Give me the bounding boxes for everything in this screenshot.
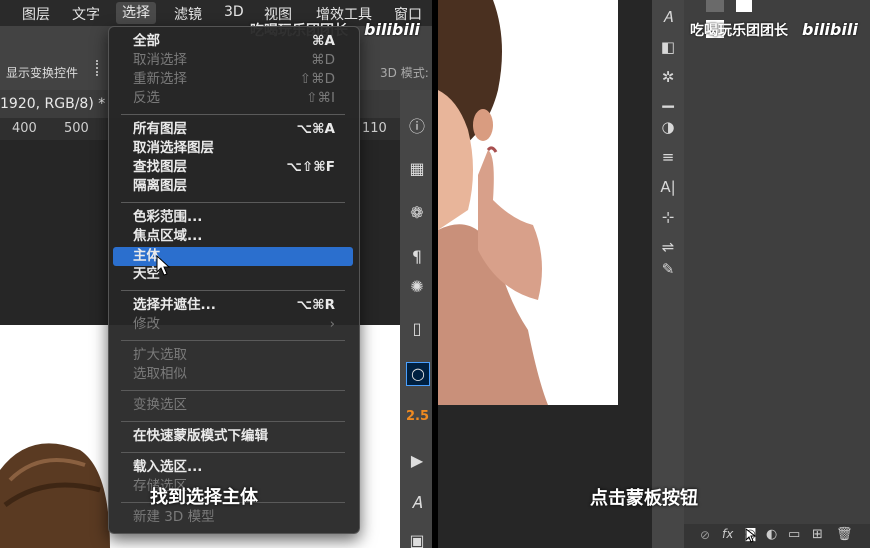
menu-item[interactable]: 在快速蒙版模式下编辑 (133, 427, 359, 446)
cursor-icon (156, 255, 171, 276)
watermark-author: 吃喝玩乐团团长 (690, 23, 788, 39)
menu-separator (121, 390, 345, 391)
ruler-tick: 500 (64, 121, 89, 136)
sun-icon[interactable]: ✲ (656, 66, 680, 88)
cursor-icon (745, 528, 757, 543)
menu-layer[interactable]: 图层 (22, 4, 50, 24)
menu-item[interactable]: 扩大选取 (133, 346, 359, 365)
subtitle-left: 找到选择主体 (150, 487, 258, 508)
color-icon[interactable]: ❁ (406, 202, 428, 224)
ruler-tick: 400 (12, 121, 37, 136)
select-menu: 全部 ⌘A 取消选择 ⌘D 重新选择 ⇧⌘D 反选 ⇧⌘I 所有图层 ⌥⌘A 取消选择图层… (108, 26, 360, 534)
menu-type[interactable]: 文字 (72, 4, 100, 24)
menu-select[interactable]: 选择 (116, 2, 156, 24)
fx-icon[interactable]: fx (722, 527, 733, 541)
layer-thumbnail[interactable] (706, 0, 724, 12)
character-icon[interactable]: 𝐴 (656, 6, 680, 28)
ruler-tick: 110 (362, 121, 387, 136)
menu-item[interactable]: 变换选区 (133, 396, 359, 415)
tool-strip: 𝐴 ◧ ✲ ▁ ◑ ≡ A| ⊹ ⇌ ✎ (652, 0, 684, 548)
menu-3d[interactable]: 3D (224, 4, 244, 20)
menu-item[interactable]: 焦点区域... (133, 227, 359, 246)
menu-item[interactable]: 查找图层 ⌥⇧⌘F (133, 158, 359, 177)
brush-settings-icon[interactable]: ✺ (406, 276, 428, 298)
clone-icon[interactable]: ▯ (406, 318, 428, 340)
menu-item[interactable]: 选取相似 (133, 365, 359, 384)
adjustments-icon[interactable]: ◑ (656, 116, 680, 138)
watermark-bilibili: bilibili (364, 20, 420, 39)
menu-item[interactable]: 载入选区... (133, 458, 359, 477)
menu-item-subject-highlighted[interactable]: 主体 (113, 247, 353, 266)
menu-item[interactable]: 全部 ⌘A (133, 32, 359, 51)
menu-item[interactable]: 新建 3D 模型 (133, 508, 359, 527)
paragraph-icon[interactable]: ¶ (406, 246, 428, 268)
brush-icon[interactable]: ✎ (656, 258, 680, 280)
menu-item[interactable]: 反选 ⇧⌘I (133, 89, 359, 108)
new-layer-icon[interactable]: ⊞ (812, 527, 823, 542)
menu-item[interactable]: 修改 › (133, 315, 359, 334)
menu-separator (121, 202, 345, 203)
folder-icon[interactable]: ▭ (788, 527, 800, 542)
type-icon[interactable]: 𝐴 (406, 492, 428, 514)
link-icon[interactable]: ⊘ (700, 528, 710, 542)
layer-comp-icon[interactable]: ◧ (656, 36, 680, 58)
mode-3d-label: 3D 模式: (380, 66, 429, 80)
menu-item[interactable]: 重新选择 ⇧⌘D (133, 70, 359, 89)
menu-separator (121, 340, 345, 341)
sliders-icon[interactable]: ≡ (656, 146, 680, 168)
portrait-photo (438, 0, 548, 405)
subtitle-right: 点击蒙板按钮 (590, 488, 698, 509)
menu-item[interactable]: 取消选择图层 (133, 139, 359, 158)
show-transform-controls[interactable]: 显示变换控件 (6, 64, 78, 81)
watermark-bilibili: bilibili (802, 20, 858, 39)
adjustment-icon[interactable]: ◐ (766, 527, 777, 542)
menu-separator (121, 421, 345, 422)
grid-icon[interactable]: ▦ (406, 158, 428, 180)
layers-bottom-bar: ⊘ fx ◙ ◐ ▭ ⊞ 🗑 (684, 524, 870, 548)
play-icon[interactable]: ▶ (406, 450, 428, 472)
text-cursor-icon[interactable]: A| (656, 176, 680, 198)
right-screen: 𝐴 ◧ ✲ ▁ ◑ ≡ A| ⊹ ⇌ ✎ ⊘ fx ◙ ◐ ▭ ⊞ 🗑 吃喝玩乐… (438, 0, 870, 548)
info-icon[interactable]: ⓘ (406, 116, 428, 138)
menu-separator (121, 452, 345, 453)
hair-photo (0, 443, 110, 548)
layer-mask-thumbnail[interactable] (736, 0, 752, 12)
histogram-icon[interactable]: ▁ (656, 88, 680, 110)
document-tab[interactable]: 1920, RGB/8) * (0, 90, 110, 118)
menu-item[interactable]: 所有图层 ⌥⌘A (133, 120, 359, 139)
layers-panel (684, 0, 870, 548)
menu-item[interactable]: 取消选择 ⌘D (133, 51, 359, 70)
layers-icon[interactable]: ▣ (406, 530, 428, 548)
trash-icon[interactable]: 🗑 (836, 527, 853, 542)
brush-settings-icon[interactable]: ⇌ (656, 236, 680, 258)
tool-strip: ⓘ ▦ ❁ ¶ ✺ ▯ ○ 2.5 ▶ 𝐴 ▣ (400, 90, 432, 548)
menu-filter[interactable]: 滤镜 (174, 4, 202, 24)
path-icon[interactable]: ⊹ (656, 206, 680, 228)
menu-separator (121, 114, 345, 115)
align-icon[interactable] (96, 60, 108, 76)
menu-item[interactable]: 选择并遮住... ⌥⌘R (133, 296, 359, 315)
value-readout: 2.5 (406, 409, 430, 424)
menu-item[interactable]: 色彩范围... (133, 208, 359, 227)
menu-separator (121, 290, 345, 291)
circle-icon[interactable]: ○ (406, 362, 430, 386)
menu-item[interactable]: 隔离图层 (133, 177, 359, 196)
left-screen: 图层 文字 选择 滤镜 3D 视图 增效工具 窗口 显示变换控件 3D 模式: … (0, 0, 432, 548)
